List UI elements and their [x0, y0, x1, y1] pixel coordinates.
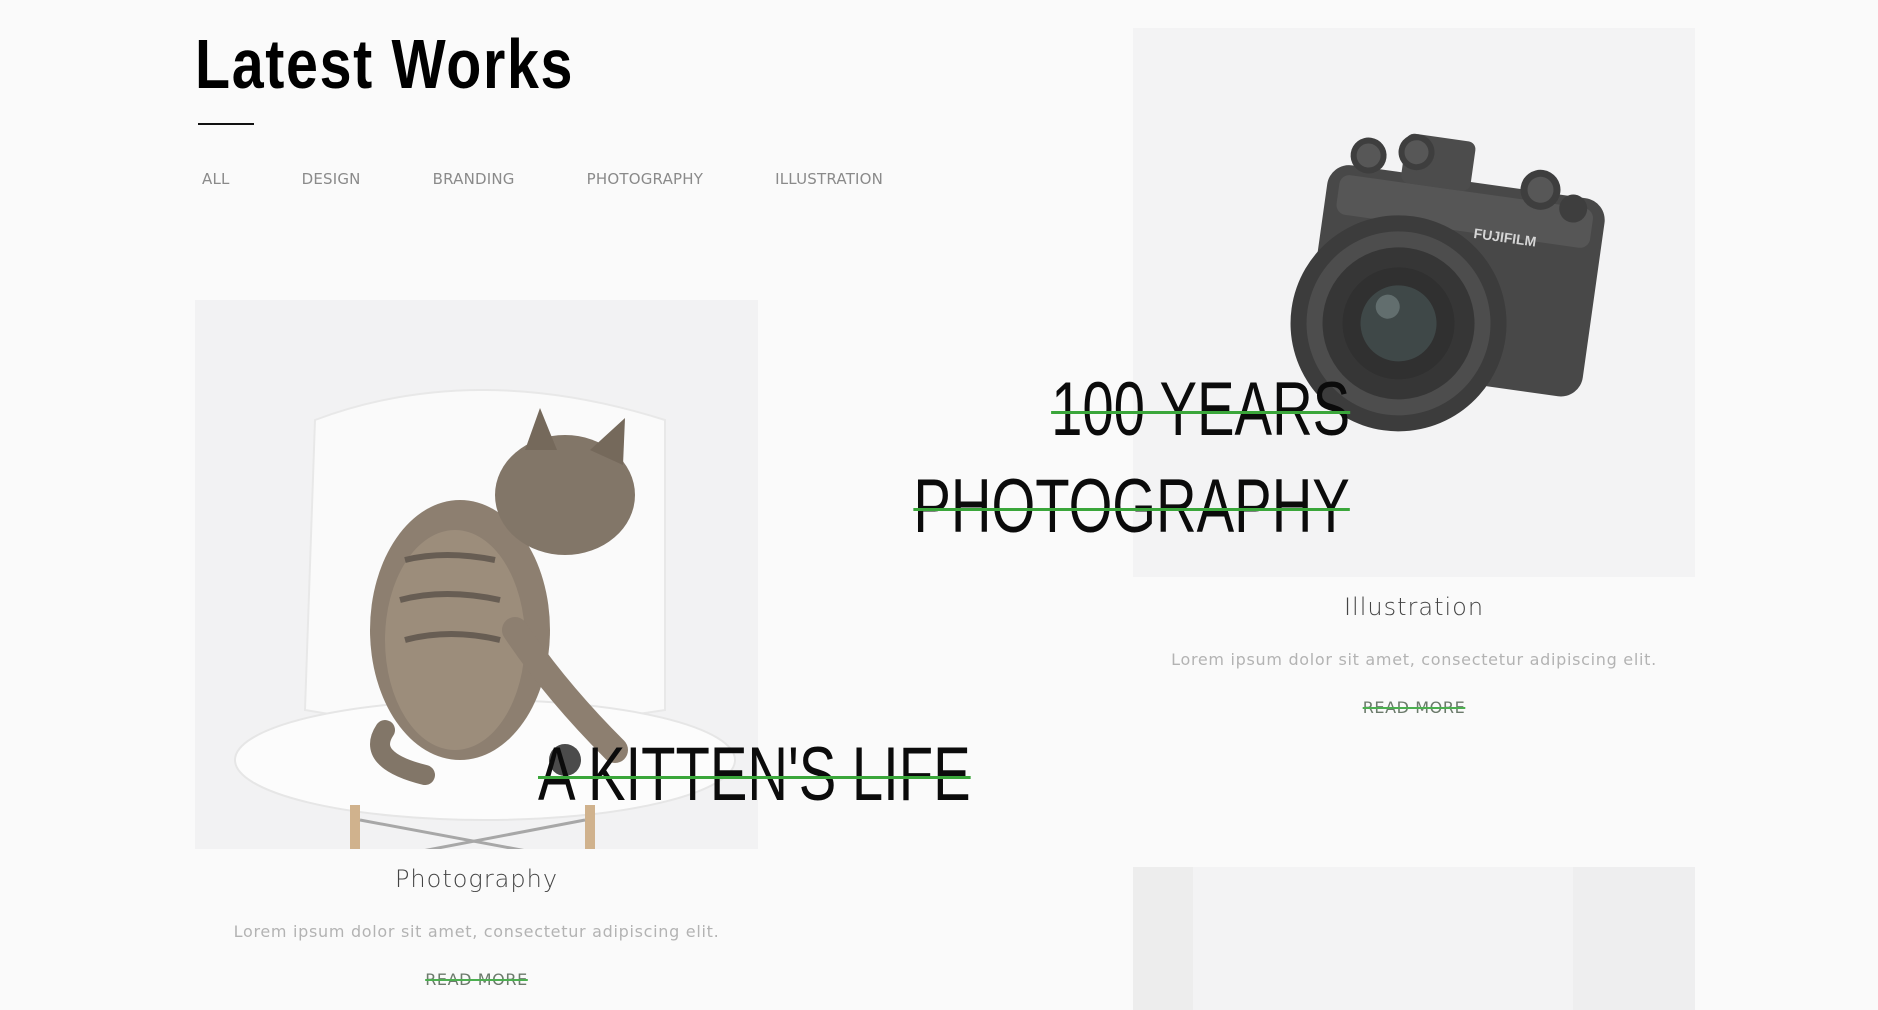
camera-card-overlay-line2[interactable]: PHOTOGRAPHY: [914, 459, 1350, 554]
next-card-illustration: [1133, 867, 1695, 1010]
filter-design[interactable]: DESIGN: [302, 170, 361, 188]
camera-card-read-more[interactable]: READ MORE: [1133, 698, 1695, 717]
camera-card-overlay-line1[interactable]: 100 YEARS: [1051, 362, 1350, 457]
title-underline: [198, 123, 254, 125]
filter-illustration[interactable]: ILLUSTRATION: [775, 170, 883, 188]
filter-all[interactable]: ALL: [202, 170, 230, 188]
section-title: Latest Works: [195, 25, 575, 103]
portfolio-filter-nav: ALL DESIGN BRANDING PHOTOGRAPHY ILLUSTRA…: [202, 170, 955, 188]
kitten-card-overlay[interactable]: A KITTEN'S LIFE: [538, 727, 971, 822]
kitten-card-category: Photography: [394, 865, 559, 893]
filter-branding[interactable]: BRANDING: [433, 170, 515, 188]
next-card-image[interactable]: [1133, 867, 1695, 1010]
filter-photography[interactable]: PHOTOGRAPHY: [587, 170, 704, 188]
camera-card-description: Lorem ipsum dolor sit amet, consectetur …: [1171, 650, 1657, 669]
kitten-card-read-more[interactable]: READ MORE: [195, 970, 758, 989]
kitten-card-description: Lorem ipsum dolor sit amet, consectetur …: [233, 922, 720, 941]
camera-card-category: Illustration: [1343, 593, 1485, 621]
